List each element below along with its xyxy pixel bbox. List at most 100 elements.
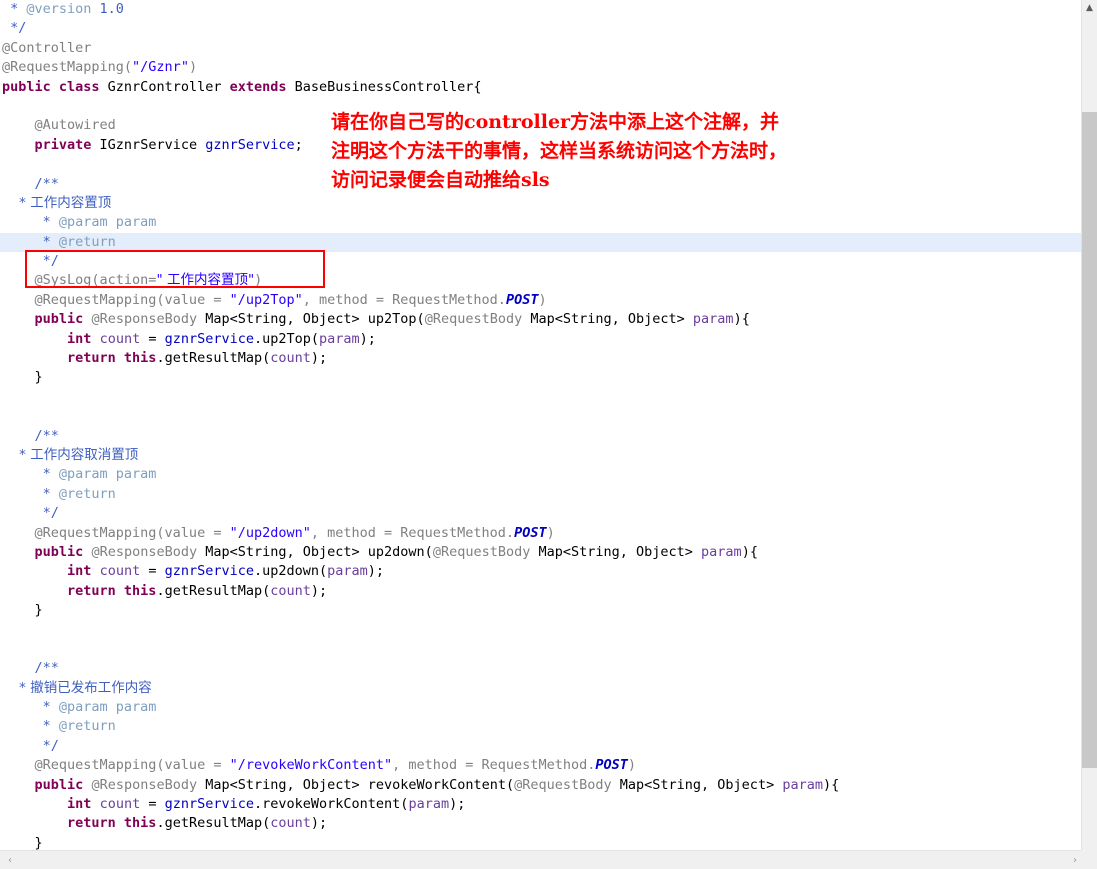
code-line[interactable]: int count = gznrService.revokeWorkConten…: [0, 795, 1081, 814]
code-line[interactable]: * @return: [0, 485, 1081, 504]
code-line[interactable]: public @ResponseBody Map<String, Object>…: [0, 310, 1081, 329]
code-token-ann: @RequestBody: [432, 543, 531, 560]
code-line[interactable]: public class GznrController extends Base…: [0, 78, 1081, 97]
code-line[interactable]: }: [0, 834, 1081, 850]
code-token-jdoc: *: [2, 718, 59, 735]
code-token-kw: public: [34, 311, 84, 328]
code-token-plain: );: [359, 330, 376, 347]
code-line[interactable]: [0, 155, 1081, 174]
code-line[interactable]: return this.getResultMap(count);: [0, 814, 1081, 833]
scrollbar-corner: [1081, 850, 1097, 869]
scroll-up-arrow-icon[interactable]: ▲: [1082, 0, 1097, 16]
code-line[interactable]: /**: [0, 175, 1081, 194]
code-token-fld: gznrService: [205, 136, 295, 153]
code-line[interactable]: [0, 407, 1081, 426]
code-token-jdoc: *: [2, 233, 59, 250]
code-token-plain: );: [310, 582, 328, 599]
code-editor-window: * @version 1.0 */ @Controller @RequestMapp…: [0, 0, 1097, 869]
code-token-ann: @RequestMapping(value =: [2, 757, 230, 774]
code-token-ann: @RequestBody: [424, 311, 523, 328]
code-token-ann: @ResponseBody: [91, 311, 198, 328]
code-text-area[interactable]: * @version 1.0 */ @Controller @RequestMapp…: [0, 0, 1081, 850]
code-line[interactable]: }: [0, 601, 1081, 620]
code-token-par: param: [701, 543, 742, 560]
code-line[interactable]: @Autowired: [0, 116, 1081, 135]
code-line[interactable]: * 工作内容置顶: [0, 194, 1081, 213]
scroll-left-arrow-icon[interactable]: ‹: [2, 851, 18, 869]
code-line[interactable]: */: [0, 737, 1081, 756]
code-line[interactable]: * @version 1.0: [0, 0, 1081, 19]
code-line[interactable]: * 撤销已发布工作内容: [0, 679, 1081, 698]
code-token-fld: gznrService: [164, 796, 254, 813]
code-line[interactable]: [0, 640, 1081, 659]
code-line[interactable]: @RequestMapping("/Gznr"): [0, 58, 1081, 77]
code-token-kw: int: [67, 796, 92, 813]
code-line[interactable]: int count = gznrService.up2down(param);: [0, 562, 1081, 581]
code-line[interactable]: return this.getResultMap(count);: [0, 349, 1081, 368]
code-token-str: "/Gznr": [132, 59, 189, 76]
code-token-plain: .up2Top(: [254, 330, 320, 347]
code-line[interactable]: @RequestMapping(value = "/up2Top", metho…: [0, 291, 1081, 310]
code-line[interactable]: [0, 97, 1081, 116]
code-line[interactable]: }: [0, 368, 1081, 387]
code-line[interactable]: * @param param: [0, 213, 1081, 232]
code-line[interactable]: public @ResponseBody Map<String, Object>…: [0, 776, 1081, 795]
code-token-plain: }: [2, 369, 43, 386]
code-token-kw: public: [34, 543, 84, 560]
code-token-jtag: @param param: [58, 466, 157, 483]
code-token-plain: GznrController: [99, 78, 230, 95]
code-token-ann: @RequestMapping(value =: [2, 524, 230, 541]
code-token-kw: public class: [2, 78, 100, 95]
code-token-jdoc: * 撤销已发布工作内容: [2, 679, 152, 696]
code-line[interactable]: @RequestMapping(value = "/up2down", meth…: [0, 524, 1081, 543]
code-token-plain: .getResultMap(: [156, 350, 271, 367]
code-token-str: "/up2down": [229, 524, 311, 541]
horizontal-scrollbar[interactable]: ‹ ›: [0, 850, 1097, 869]
code-token-par: count: [99, 563, 141, 580]
code-line[interactable]: public @ResponseBody Map<String, Object>…: [0, 543, 1081, 562]
code-line[interactable]: */: [0, 504, 1081, 523]
code-line[interactable]: */: [0, 19, 1081, 38]
code-token-ann: @ResponseBody: [91, 776, 198, 793]
code-line[interactable]: * @param param: [0, 465, 1081, 484]
code-line[interactable]: [0, 388, 1081, 407]
code-token-fld: gznrService: [164, 563, 254, 580]
vertical-scrollbar[interactable]: ▲ ▼: [1081, 0, 1097, 850]
code-token-plain: ;: [294, 136, 303, 153]
code-line[interactable]: private IGznrService gznrService;: [0, 136, 1081, 155]
code-token-ann: ): [254, 272, 263, 289]
code-line[interactable]: @SysLog(action=" 工作内容置顶"): [0, 271, 1081, 290]
code-line[interactable]: /**: [0, 427, 1081, 446]
code-line[interactable]: [0, 621, 1081, 640]
code-token-par: param: [692, 311, 734, 328]
code-token-stc: POST: [505, 291, 539, 308]
code-line[interactable]: return this.getResultMap(count);: [0, 582, 1081, 601]
code-line[interactable]: * 工作内容取消置顶: [0, 446, 1081, 465]
code-line[interactable]: * @return: [0, 232, 1081, 253]
code-token-plain: ){: [741, 543, 758, 560]
code-line[interactable]: int count = gznrService.up2Top(param);: [0, 330, 1081, 349]
code-line[interactable]: */: [0, 252, 1081, 271]
code-token-jdoc: 1.0: [91, 1, 124, 17]
code-token-kw: return this: [67, 582, 157, 599]
code-line[interactable]: * @param param: [0, 698, 1081, 717]
code-token-stc: POST: [595, 757, 628, 774]
code-token-plain: .up2down(: [254, 563, 328, 580]
code-token-plain: Map<String, Object> up2Top(: [197, 311, 425, 328]
code-token-ann: ): [538, 291, 547, 308]
code-token-jdoc: */: [2, 505, 59, 522]
code-line[interactable]: @Controller: [0, 39, 1081, 58]
vertical-scrollbar-thumb[interactable]: [1082, 112, 1097, 768]
code-line[interactable]: @RequestMapping(value = "/revokeWorkCont…: [0, 756, 1081, 775]
code-line[interactable]: * @return: [0, 717, 1081, 736]
code-token-plain: .revokeWorkContent(: [254, 796, 409, 813]
code-token-jdoc: *: [2, 1, 27, 17]
code-token-ann: ): [627, 757, 636, 774]
code-line[interactable]: /**: [0, 659, 1081, 678]
code-token-ann: ): [546, 524, 555, 541]
